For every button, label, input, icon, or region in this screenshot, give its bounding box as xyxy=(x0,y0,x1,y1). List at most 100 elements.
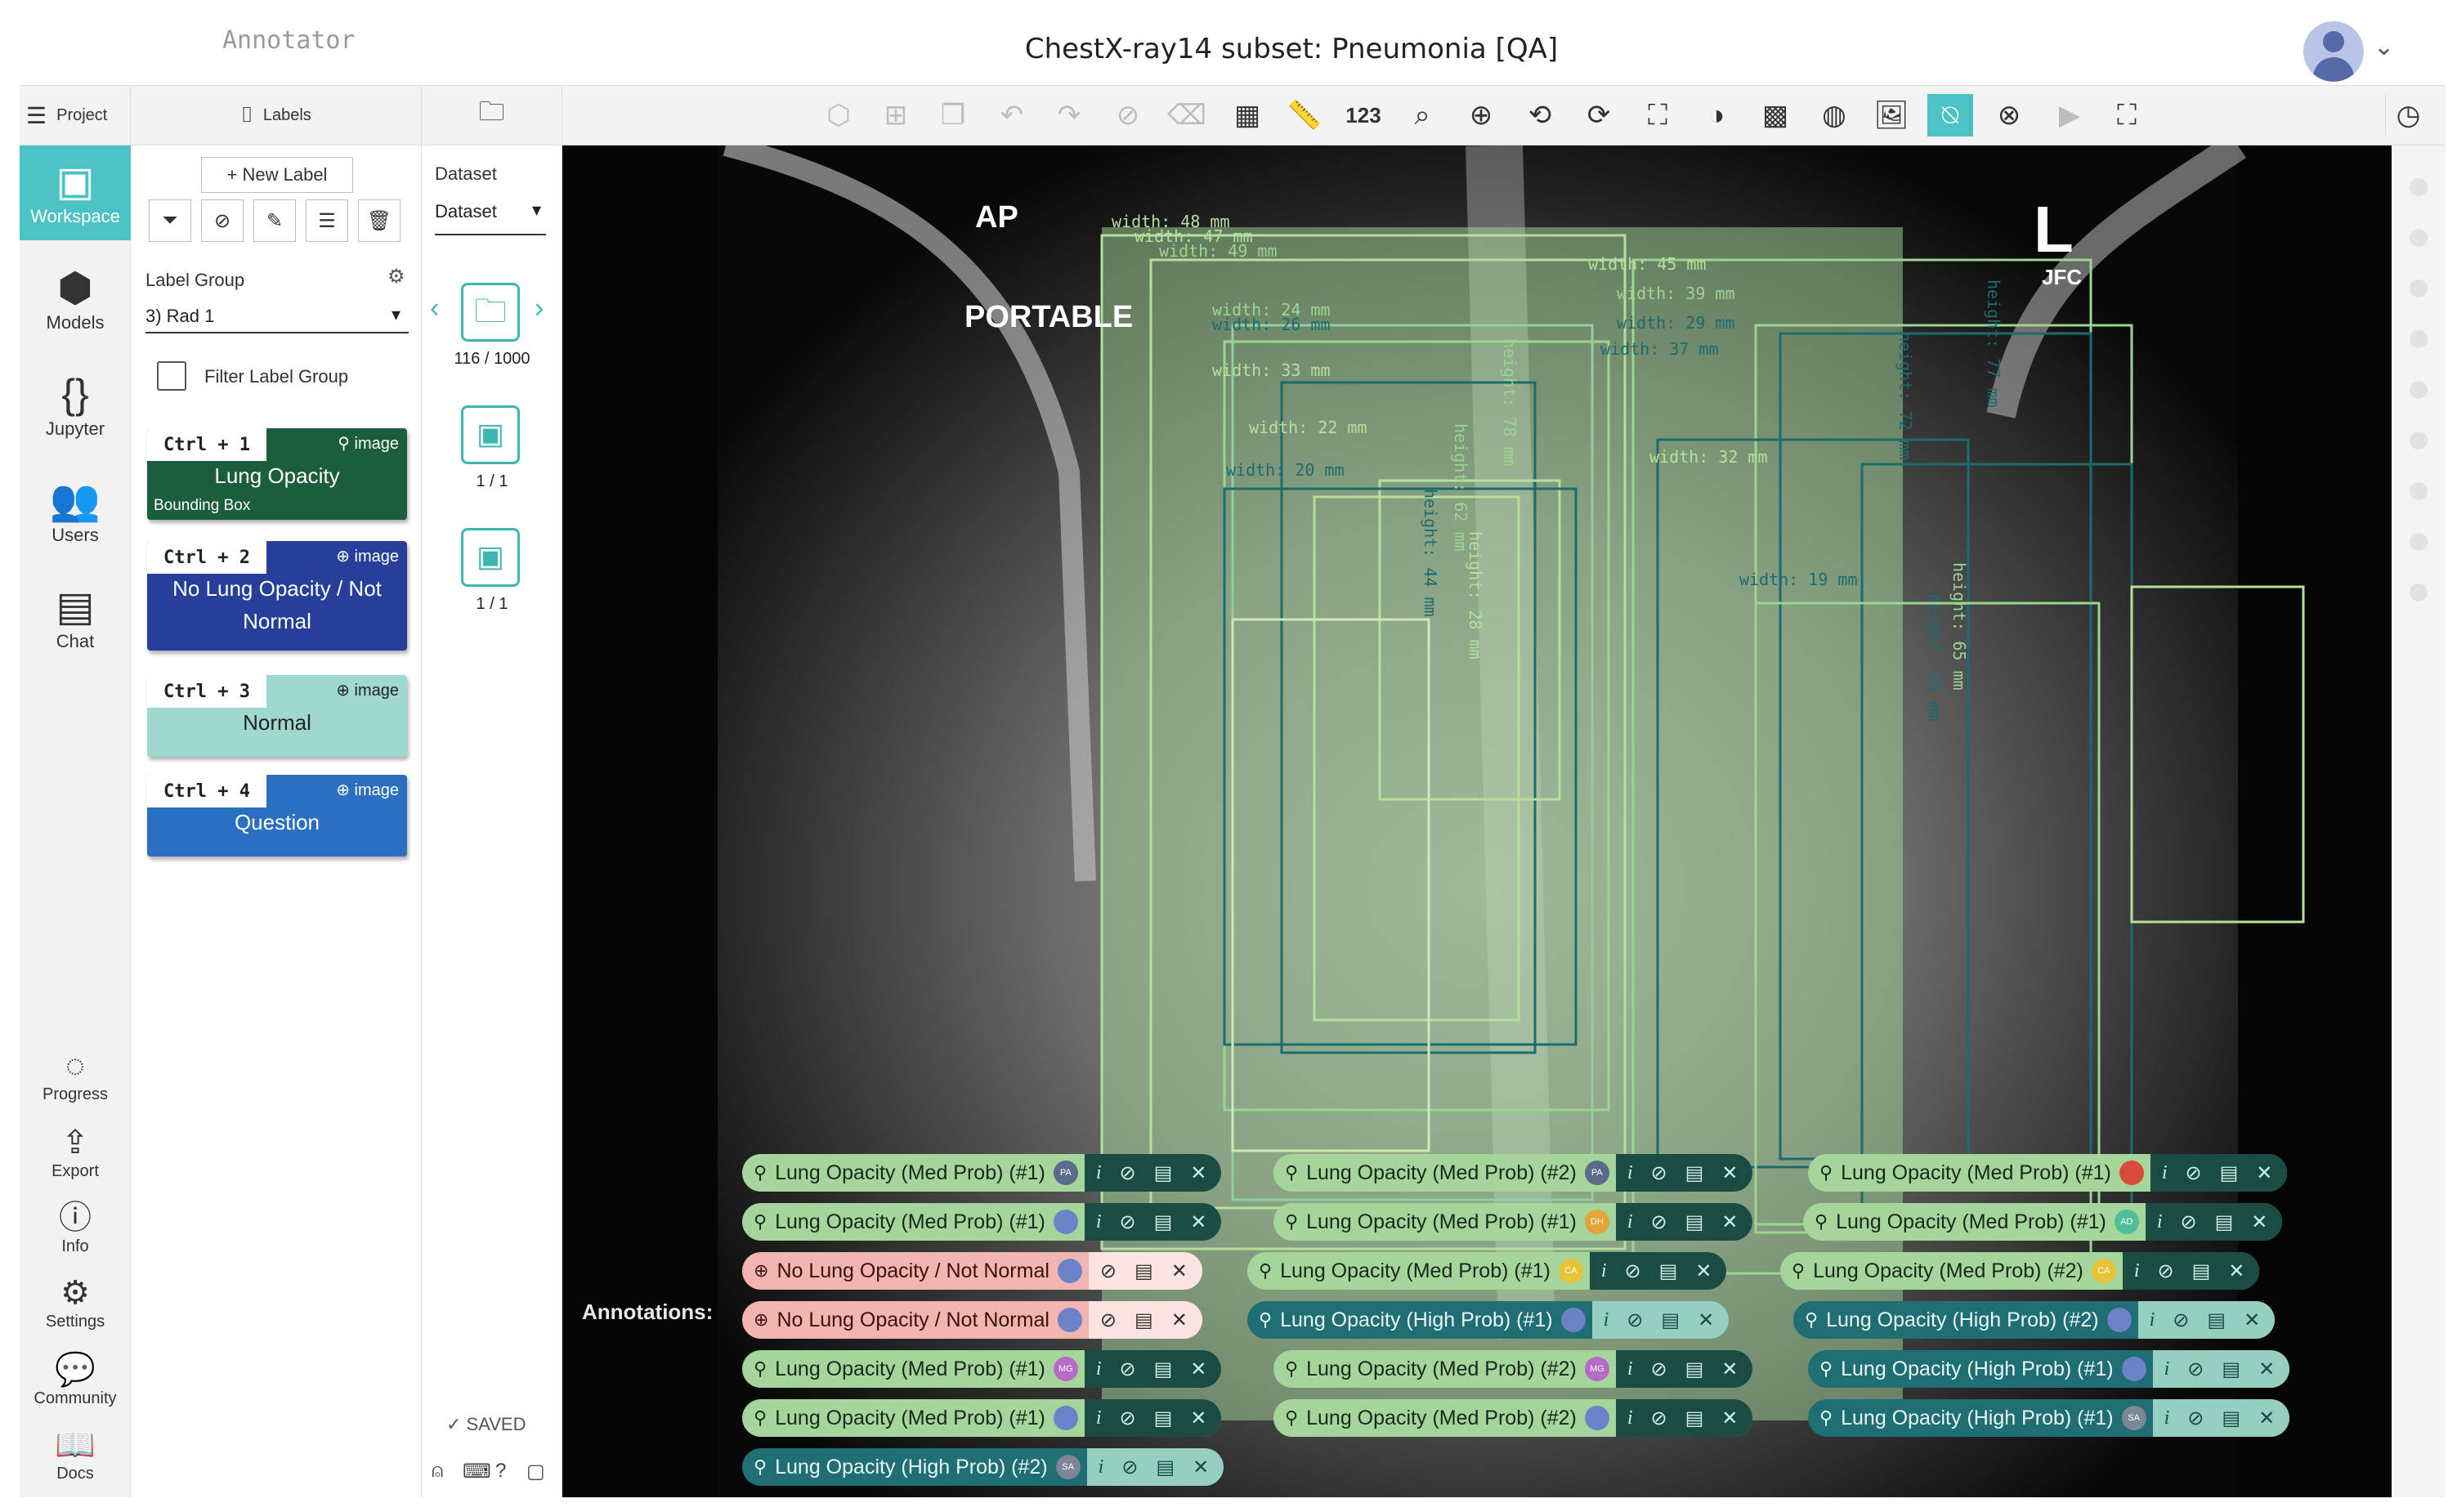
document-icon[interactable]: ▤ xyxy=(2215,1210,2234,1234)
info-icon[interactable]: i xyxy=(1601,1260,1607,1282)
xray-canvas[interactable]: AP PORTABLE L JFC width: 48 mm width: 47… xyxy=(562,145,2392,1497)
close-icon[interactable]: ✕ xyxy=(2258,1358,2275,1381)
annotation-chip[interactable]: ⚲ Lung Opacity (Med Prob) (#2) CA i ⊘ ▤ ✕ xyxy=(1780,1252,2260,1290)
annotation-label[interactable]: ⚲ Lung Opacity (Med Prob) (#1) PA xyxy=(742,1154,1085,1192)
info-icon[interactable]: i xyxy=(2134,1260,2140,1282)
annotation-label[interactable]: ⚲ Lung Opacity (Med Prob) (#1) AD xyxy=(1803,1203,2146,1241)
info-icon[interactable]: i xyxy=(1604,1309,1609,1331)
close-icon[interactable]: ✕ xyxy=(1190,1210,1206,1234)
folder-image-icon[interactable]: 🗀 xyxy=(461,283,520,342)
contrast-icon[interactable]: ◑ xyxy=(1694,94,1739,136)
annotation-chip[interactable]: ⚲ Lung Opacity (Med Prob) (#1) CA i ⊘ ▤ ✕ xyxy=(1247,1252,1727,1290)
close-icon[interactable]: ✕ xyxy=(1190,1161,1206,1185)
clear-format-icon[interactable]: ☰ xyxy=(306,199,348,242)
grid-icon[interactable]: ▦ xyxy=(1224,94,1270,136)
visibility-icon[interactable]: ⊘ xyxy=(1651,1407,1667,1430)
label-card-question[interactable]: Ctrl + 4 ⊕ image Question xyxy=(147,775,407,857)
play-icon[interactable]: ▶ xyxy=(2047,94,2092,136)
info-icon[interactable]: i xyxy=(1096,1162,1102,1184)
annotation-chip[interactable]: ⚲ Lung Opacity (High Prob) (#2) i ⊘ ▤ ✕ xyxy=(1793,1301,2276,1339)
nav-docs[interactable]: 📖 Docs xyxy=(20,1425,131,1483)
close-icon[interactable]: ✕ xyxy=(1721,1407,1738,1430)
layer-dot[interactable] xyxy=(2410,432,2428,450)
close-icon[interactable]: ✕ xyxy=(1171,1259,1188,1283)
close-icon[interactable]: ✕ xyxy=(2256,1161,2272,1185)
labels-tab[interactable]: ⌷ Labels xyxy=(131,86,422,145)
document-icon[interactable]: ▤ xyxy=(1685,1358,1704,1381)
close-icon[interactable]: ✕ xyxy=(2228,1259,2244,1283)
undo-icon[interactable]: ↶ xyxy=(989,94,1035,136)
annotation-label[interactable]: ⚲ Lung Opacity (Med Prob) (#1) DH xyxy=(1273,1203,1616,1241)
chevron-down-icon[interactable]: ⌄ xyxy=(2374,33,2394,61)
magnify-icon[interactable]: ⌕ xyxy=(1399,94,1445,136)
prev-item-icon[interactable]: ‹ xyxy=(430,293,439,324)
next-item-icon[interactable]: › xyxy=(535,293,544,324)
document-icon[interactable]: ▤ xyxy=(1659,1259,1678,1283)
nav-progress[interactable]: ◌ Progress xyxy=(20,1046,131,1104)
annotation-chip[interactable]: ⚲ Lung Opacity (Med Prob) (#2) i ⊘ ▤ ✕ xyxy=(1273,1399,1753,1437)
annotation-chip[interactable]: ⚲ Lung Opacity (Med Prob) (#1) MG i ⊘ ▤ ✕ xyxy=(742,1350,1222,1388)
visibility-icon[interactable]: ⊘ xyxy=(1120,1210,1136,1234)
layer-dot[interactable] xyxy=(2410,482,2428,500)
image-series-icon[interactable]: ▣ xyxy=(461,405,520,464)
nav-users[interactable]: 👥 Users xyxy=(20,476,131,546)
annotation-chip[interactable]: ⚲ Lung Opacity (High Prob) (#1) i ⊘ ▤ ✕ xyxy=(1808,1350,2290,1388)
history-clock-icon[interactable]: ◷ xyxy=(2385,94,2431,136)
visibility-icon[interactable]: ⊘ xyxy=(2158,1259,2174,1283)
annotation-label[interactable]: ⊕ No Lung Opacity / Not Normal xyxy=(742,1301,1089,1339)
document-icon[interactable]: ▤ xyxy=(1156,1456,1175,1479)
close-icon[interactable]: ✕ xyxy=(1171,1308,1188,1332)
annotation-chip[interactable]: ⚲ Lung Opacity (High Prob) (#2) SA i ⊘ ▤ ✕ xyxy=(742,1448,1224,1486)
ruler-icon[interactable]: 📏 xyxy=(1282,94,1327,136)
trash-icon[interactable]: 🗑 xyxy=(358,199,401,242)
annotation-chip[interactable]: ⚲ Lung Opacity (Med Prob) (#1) i ⊘ ▤ ✕ xyxy=(742,1399,1222,1437)
annotation-chip[interactable]: ⚲ Lung Opacity (Med Prob) (#1) i ⊘ ▤ ✕ xyxy=(1808,1154,2288,1192)
numbers-tool[interactable]: 123 xyxy=(1340,94,1386,136)
edit-icon[interactable]: ✎ xyxy=(253,199,296,242)
annotation-chip[interactable]: ⚲ Lung Opacity (High Prob) (#1) SA i ⊘ ▤ ✕ xyxy=(1808,1399,2290,1437)
nav-jupyter[interactable]: {} Jupyter xyxy=(20,369,131,440)
visibility-icon[interactable]: ⊘ xyxy=(1121,1456,1138,1479)
filter-icon[interactable]: ⏷ xyxy=(149,199,191,242)
annotation-chip[interactable]: ⚲ Lung Opacity (Med Prob) (#1) PA i ⊘ ▤ ✕ xyxy=(742,1154,1222,1192)
hide-icon[interactable]: ⊘ xyxy=(201,199,244,242)
info-icon[interactable]: i xyxy=(2157,1211,2163,1233)
rotate-left-icon[interactable]: ⟲ xyxy=(1517,94,1563,136)
info-icon[interactable]: i xyxy=(1096,1211,1102,1233)
visibility-icon[interactable]: ⊘ xyxy=(1100,1308,1117,1332)
document-icon[interactable]: ▤ xyxy=(1154,1407,1173,1430)
nav-models[interactable]: ⬢ Models xyxy=(20,263,131,333)
annotation-label[interactable]: ⚲ Lung Opacity (Med Prob) (#1) xyxy=(742,1203,1085,1241)
info-icon[interactable]: i xyxy=(2164,1358,2170,1380)
annotation-label[interactable]: ⚲ Lung Opacity (Med Prob) (#1) xyxy=(742,1399,1085,1437)
info-icon[interactable]: i xyxy=(1627,1358,1633,1380)
add-box-icon[interactable]: ⊞ xyxy=(873,94,919,136)
visibility-icon[interactable]: ⊘ xyxy=(2181,1210,2197,1234)
filter-label-group-checkbox[interactable] xyxy=(157,361,186,391)
nav-workspace[interactable]: ▣ Workspace xyxy=(20,145,131,240)
user-avatar[interactable] xyxy=(2303,21,2364,82)
layer-dot[interactable] xyxy=(2410,280,2428,297)
document-icon[interactable]: ▤ xyxy=(2220,1161,2239,1185)
visibility-icon[interactable]: ⊘ xyxy=(2187,1407,2204,1430)
info-icon[interactable]: i xyxy=(1627,1162,1633,1184)
folder-button[interactable]: 🗀 xyxy=(422,86,562,145)
cube-tool-icon[interactable]: ⬡ xyxy=(816,94,862,136)
close-icon[interactable]: ✕ xyxy=(1193,1456,1209,1479)
copy-icon[interactable]: ❐ xyxy=(930,94,976,136)
document-icon[interactable]: ▤ xyxy=(2222,1407,2240,1430)
hide-pins-icon[interactable]: ⊗ xyxy=(1986,94,2032,136)
comment-icon[interactable]: ▢ xyxy=(526,1460,545,1483)
annotation-label[interactable]: ⚲ Lung Opacity (Med Prob) (#2) PA xyxy=(1273,1154,1616,1192)
annotation-label[interactable]: ⚲ Lung Opacity (Med Prob) (#2) CA xyxy=(1780,1252,2123,1290)
new-label-button[interactable]: + New Label xyxy=(201,157,353,193)
document-icon[interactable]: ▤ xyxy=(1685,1161,1704,1185)
visibility-icon[interactable]: ⊘ xyxy=(1651,1161,1667,1185)
annotation-chip[interactable]: ⊕ No Lung Opacity / Not Normal ⊘ ▤ ✕ xyxy=(742,1301,1202,1339)
close-icon[interactable]: ✕ xyxy=(1721,1358,1738,1381)
image-viewer[interactable]: AP PORTABLE L JFC width: 48 mm width: 47… xyxy=(562,145,2392,1497)
palette-icon[interactable]: ◍ xyxy=(1811,94,1857,136)
annotation-chip[interactable]: ⚲ Lung Opacity (Med Prob) (#1) i ⊘ ▤ ✕ xyxy=(742,1203,1222,1241)
visibility-icon[interactable]: ⊘ xyxy=(1100,1259,1117,1283)
document-icon[interactable]: ▤ xyxy=(1135,1259,1153,1283)
